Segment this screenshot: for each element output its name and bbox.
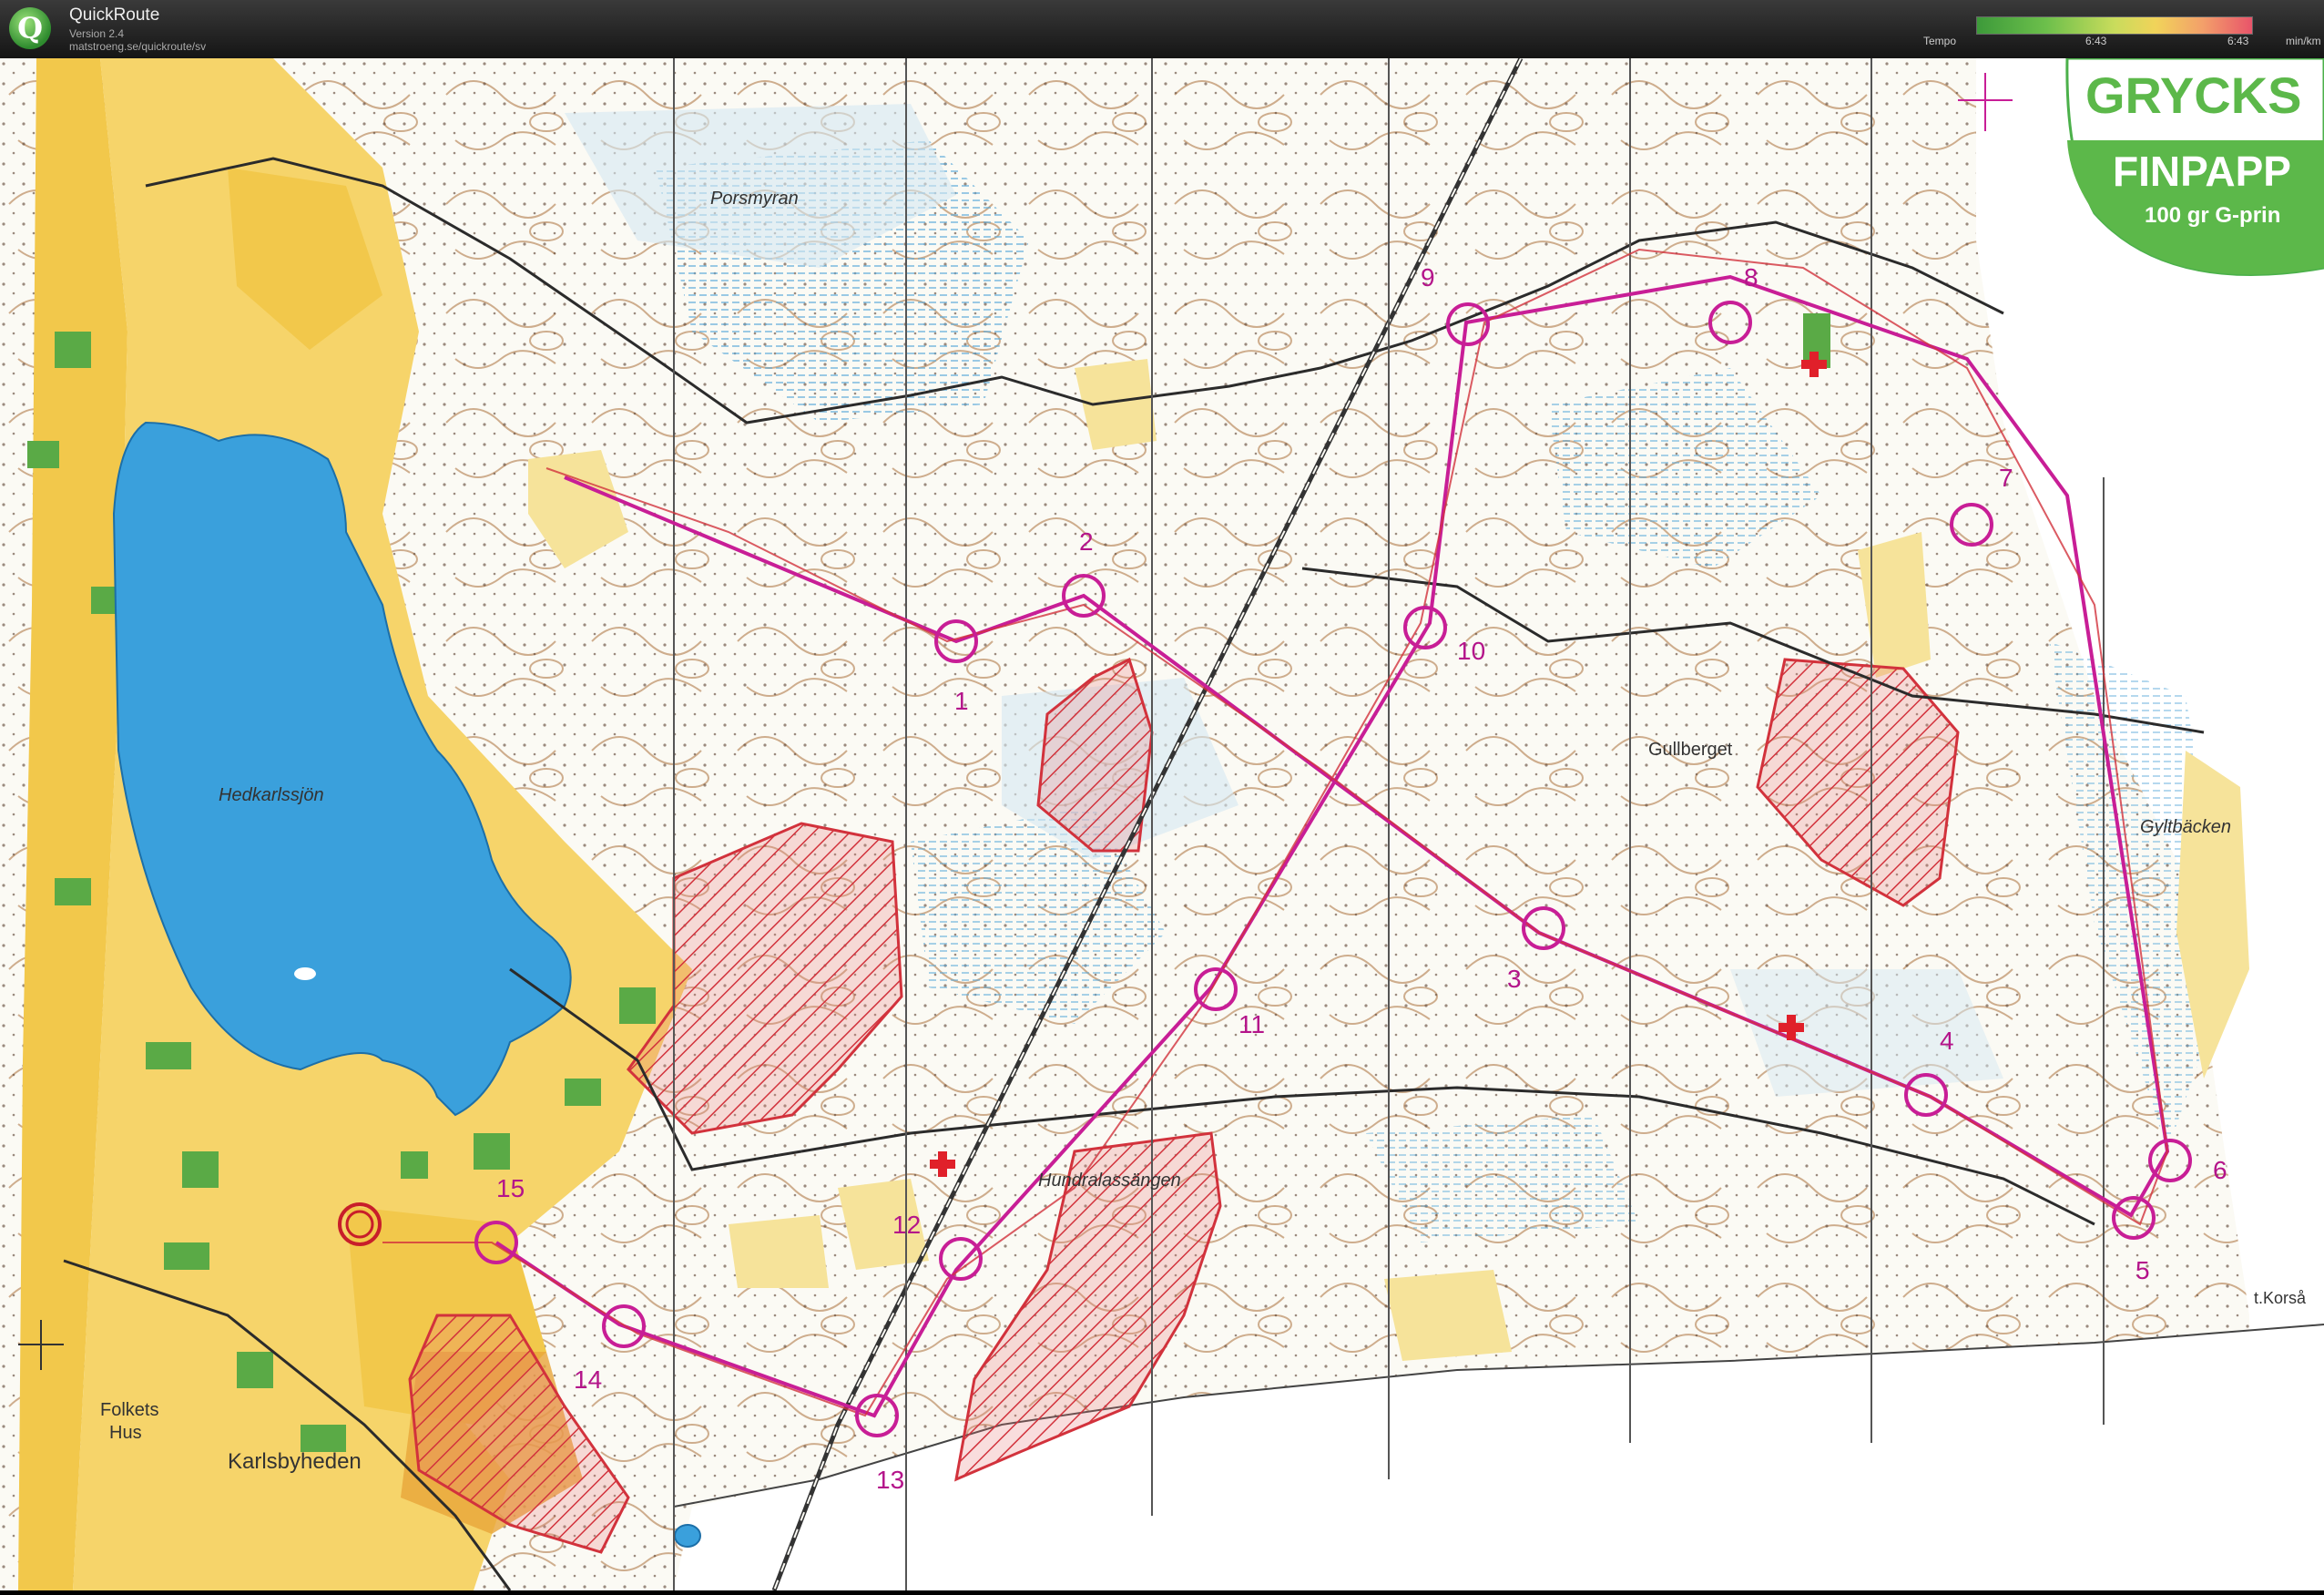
tempo-label: Tempo [1923, 35, 1957, 47]
svg-text:9: 9 [1421, 263, 1435, 291]
label-porsmyran: Porsmyran [710, 189, 799, 209]
svg-text:14: 14 [574, 1365, 602, 1394]
tempo-value-right: 6:43 [2227, 35, 2249, 47]
label-lake: Hedkarlssjön [219, 785, 324, 805]
label-gullberget: Gullberget [1648, 740, 1733, 760]
svg-text:10: 10 [1457, 637, 1485, 665]
app-url: matstroeng.se/quickroute/sv [69, 40, 207, 53]
svg-text:2: 2 [1079, 527, 1094, 556]
label-folkets: Folkets [100, 1400, 158, 1420]
svg-text:13: 13 [876, 1466, 904, 1494]
tempo-value-left: 6:43 [2085, 35, 2107, 47]
map-canvas: 1 2 3 4 5 6 7 8 9 10 11 12 13 14 15 Hedk… [0, 56, 2324, 1591]
svg-text:1: 1 [954, 687, 969, 715]
orienteering-map[interactable]: 1 2 3 4 5 6 7 8 9 10 11 12 13 14 15 Hedk… [0, 56, 2324, 1591]
title-bar: Q QuickRoute Version 2.4 matstroeng.se/q… [0, 0, 2324, 58]
svg-text:11: 11 [1238, 1010, 1265, 1038]
svg-text:12: 12 [892, 1211, 921, 1239]
svg-text:7: 7 [1999, 464, 2013, 492]
label-hundralassangen: Hundralassängen [1038, 1171, 1181, 1191]
svg-text:6: 6 [2213, 1156, 2227, 1184]
label-korsa: t.Korså [2254, 1289, 2307, 1307]
svg-text:8: 8 [1744, 263, 1758, 291]
tempo-gradient-bar [1976, 16, 2253, 35]
map-title-line-3: 100 gr G-prin [2145, 203, 2280, 228]
app-version: Version 2.4 [69, 27, 125, 40]
label-karlsbyheden: Karlsbyheden [228, 1449, 362, 1474]
label-gyltbacken: Gyltbäcken [2140, 817, 2231, 837]
svg-text:15: 15 [496, 1174, 525, 1202]
app-name: QuickRoute [69, 5, 160, 25]
tempo-unit: min/km [2286, 35, 2321, 47]
svg-text:4: 4 [1940, 1027, 1954, 1055]
map-title-line-1: GRYCKS [2085, 66, 2302, 124]
svg-text:3: 3 [1507, 965, 1522, 993]
label-hus: Hus [109, 1423, 142, 1443]
quickroute-logo-icon: Q [9, 7, 51, 49]
svg-text:5: 5 [2135, 1256, 2150, 1284]
map-title-line-2: FINPAPP [2113, 148, 2291, 195]
